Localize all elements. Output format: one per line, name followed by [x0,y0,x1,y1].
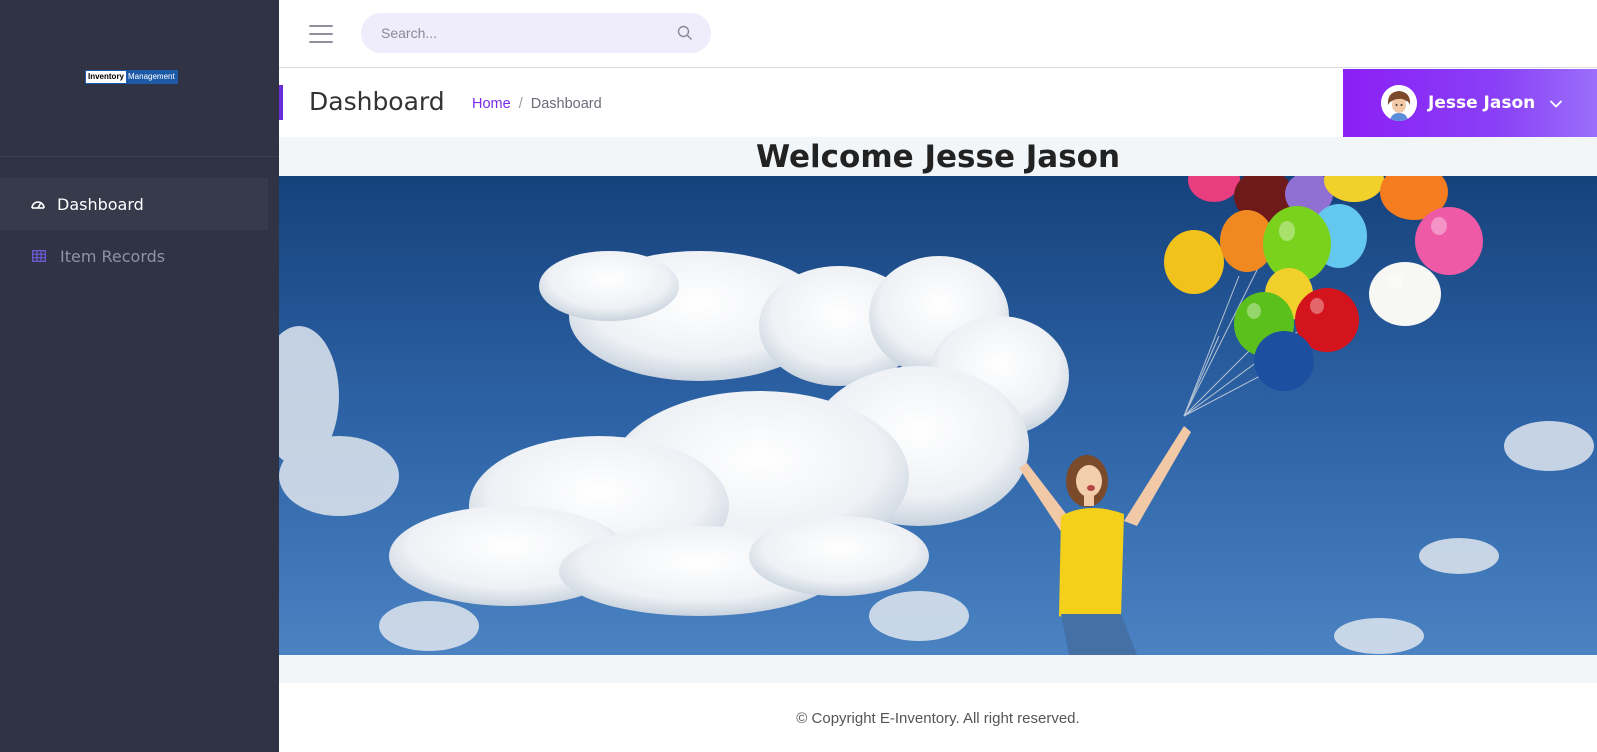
user-menu-button[interactable]: Jesse Jason [1343,69,1597,137]
sidebar: Inventory Management Dashboard Item Reco… [0,0,279,752]
sidebar-logo-area: Inventory Management [0,0,279,157]
dashboard-gauge-icon [30,196,46,212]
breadcrumb-current: Dashboard [530,96,602,112]
logo-text-secondary: Management [126,71,177,83]
logo-text-primary: Inventory [86,71,127,83]
hero-banner-image [279,176,1597,655]
welcome-heading: Welcome Jesse Jason [279,137,1597,177]
sidebar-item-dashboard[interactable]: Dashboard [0,178,268,230]
footer: © Copyright E-Inventory. All right reser… [279,683,1597,752]
welcome-user-name: Jesse Jason [924,139,1121,175]
topbar [279,0,1597,68]
table-grid-icon [31,248,47,264]
page-title: Dashboard [309,87,445,116]
breadcrumb-home-link[interactable]: Home [472,96,511,112]
chevron-down-icon [1549,96,1563,110]
search-input[interactable] [361,13,661,53]
user-name: Jesse Jason [1428,93,1536,113]
menu-toggle-icon[interactable] [309,25,333,43]
user-avatar [1381,85,1417,121]
app-logo[interactable]: Inventory Management [85,70,178,84]
copyright-text: © Copyright E-Inventory. All right reser… [796,710,1080,727]
breadcrumb: Home / Dashboard [472,96,602,112]
sidebar-item-item-records[interactable]: Item Records [0,230,268,282]
search-bar [361,13,711,53]
sidebar-item-label: Item Records [60,246,166,266]
search-icon[interactable] [677,25,693,41]
breadcrumb-separator: / [518,96,523,112]
page-header-accent [279,85,283,120]
welcome-prefix: Welcome [755,139,914,175]
sidebar-item-label: Dashboard [57,194,144,214]
